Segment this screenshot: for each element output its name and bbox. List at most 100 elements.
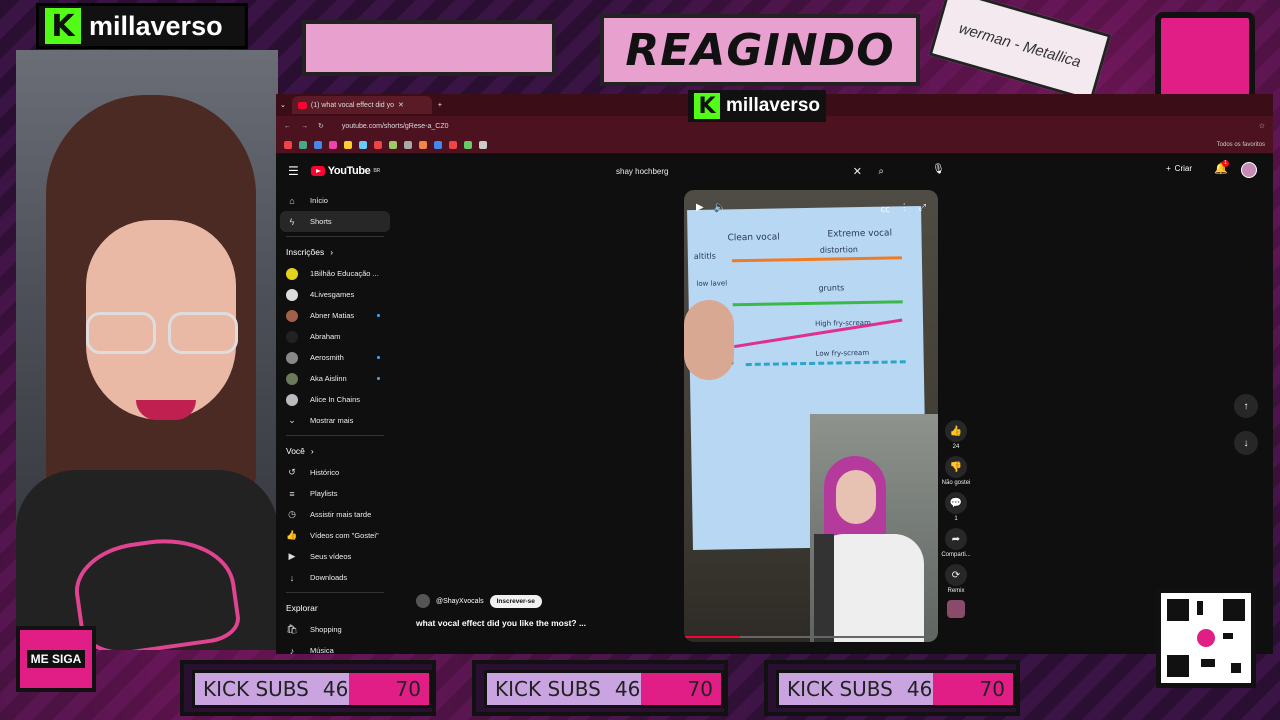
qr-module: [1201, 659, 1215, 667]
bookmark-icon[interactable]: [299, 140, 307, 149]
goal-current: 46: [614, 677, 641, 701]
next-short-button[interactable]: ↓: [1234, 431, 1258, 455]
menu-icon[interactable]: ☰: [288, 164, 299, 178]
sidebar-item-your-videos[interactable]: ▶ Seus vídeos: [280, 546, 390, 567]
overlay-pink-square: [1155, 12, 1255, 104]
sidebar-item-music[interactable]: ♪ Música: [280, 640, 390, 655]
all-bookmarks[interactable]: Todos os favoritos: [1217, 142, 1265, 148]
channel-avatar[interactable]: [416, 594, 430, 608]
sidebar-item-subscription[interactable]: 4Livesgames: [280, 284, 390, 305]
sidebar-item-liked[interactable]: 👍 Vídeos com "Gostei": [280, 525, 390, 546]
sidebar-item-downloads[interactable]: ↓ Downloads: [280, 567, 390, 588]
short-video-player[interactable]: Clean vocal Extreme vocal altitls distor…: [684, 190, 938, 642]
youtube-logo-country: BR: [373, 168, 380, 174]
search-input[interactable]: shay hochberg ✕ ⌕: [608, 162, 888, 180]
avatar[interactable]: [1241, 162, 1257, 178]
fullscreen-icon[interactable]: ⤢: [919, 202, 926, 215]
search-icon[interactable]: ⌕: [878, 166, 884, 177]
channel-name[interactable]: @ShayXvocals: [436, 598, 484, 605]
sidebar-item-shopping[interactable]: 🛍 Shopping: [280, 619, 390, 640]
bookmark-icon[interactable]: [464, 140, 472, 149]
subscriptions-header[interactable]: Inscrições ›: [280, 241, 390, 263]
microphone-icon[interactable]: 🎙: [932, 164, 945, 175]
bookmark-icon[interactable]: [329, 140, 337, 149]
sidebar-item-label: Seus vídeos: [310, 552, 352, 561]
new-tab-icon[interactable]: +: [438, 102, 442, 109]
hand: [684, 300, 734, 380]
chevron-right-icon: ›: [310, 446, 314, 456]
forward-icon[interactable]: →: [301, 123, 308, 130]
share-button[interactable]: ➦: [945, 528, 967, 550]
sidebar-item-subscription[interactable]: Abraham: [280, 326, 390, 347]
sidebar-item-subscription[interactable]: Alice In Chains: [280, 389, 390, 410]
tab-close-icon[interactable]: ✕: [398, 101, 404, 109]
captions-icon[interactable]: ㏄: [881, 202, 890, 215]
bookmark-icon[interactable]: [344, 140, 352, 149]
bookmark-icon[interactable]: [359, 140, 367, 149]
sidebar-item-playlists[interactable]: ≡ Playlists: [280, 483, 390, 504]
shorts-icon: ϟ: [289, 216, 295, 227]
sound-thumbnail[interactable]: [947, 600, 965, 618]
reload-icon[interactable]: ↻: [318, 122, 324, 130]
you-header[interactable]: Você ›: [280, 440, 390, 462]
bookmark-icon[interactable]: [449, 140, 457, 149]
channel-avatar: [286, 393, 298, 406]
url-text: youtube.com/shorts/gRese-a_CZ0: [341, 122, 449, 130]
sidebar-item-shorts[interactable]: ϟ Shorts: [280, 211, 390, 232]
follow-badge: ME SIGA: [16, 626, 96, 692]
divider: [286, 236, 384, 237]
star-icon[interactable]: ☆: [1259, 122, 1265, 130]
bookmark-icon[interactable]: [479, 140, 487, 149]
explore-header: Explorar: [280, 597, 390, 619]
youtube-header: ☰ YouTube BR shay hochberg ✕ ⌕ 🎙 + Criar…: [276, 158, 1273, 184]
more-icon[interactable]: ⋮: [900, 202, 909, 215]
remix-button[interactable]: ⟳: [945, 564, 967, 586]
sidebar-item-home[interactable]: ⌂ Início: [280, 190, 390, 211]
bookmark-icon[interactable]: [389, 140, 397, 149]
play-icon[interactable]: ▶: [696, 202, 704, 213]
create-button[interactable]: + Criar: [1166, 164, 1192, 173]
goal-track: KICK SUBS 46 70: [484, 670, 724, 708]
short-title[interactable]: what vocal effect did you like the most?…: [416, 618, 586, 628]
bookmark-icon[interactable]: [419, 140, 427, 149]
previous-short-button[interactable]: ↑: [1234, 394, 1258, 418]
watch-later-icon: ◷: [288, 509, 296, 519]
bookmark-icon[interactable]: [404, 140, 412, 149]
playlists-icon: ≡: [289, 488, 295, 499]
paper-text: distortion: [819, 245, 858, 255]
goal-track: KICK SUBS 46 70: [192, 670, 432, 708]
bookmark-icon[interactable]: [374, 140, 382, 149]
tab-youtube[interactable]: (1) what vocal effect did yo ✕: [291, 96, 432, 114]
dislike-button[interactable]: 👎: [945, 456, 967, 478]
qr-code: [1156, 588, 1256, 688]
sidebar-item-subscription[interactable]: Aerosmith: [280, 347, 390, 368]
tab-menu-icon[interactable]: ⌄: [280, 101, 286, 109]
sidebar-item-history[interactable]: ↺ Histórico: [280, 462, 390, 483]
video-progress-bar[interactable]: [684, 636, 938, 638]
goal-target: 70: [979, 677, 1005, 701]
goal-label: KICK SUBS: [787, 677, 893, 701]
qr-finder: [1223, 599, 1245, 621]
sidebar-item-label: Playlists: [310, 489, 338, 498]
follow-label: ME SIGA: [26, 650, 86, 668]
qr-module: [1197, 601, 1203, 615]
bookmark-icon[interactable]: [434, 140, 442, 149]
sidebar-item-subscription[interactable]: Abner Matias: [280, 305, 390, 326]
sidebar-item-subscription[interactable]: Aka Aislinn: [280, 368, 390, 389]
volume-icon[interactable]: 🔈: [714, 202, 726, 213]
show-more-button[interactable]: ⌄ Mostrar mais: [280, 410, 390, 431]
bookmark-icon[interactable]: [284, 140, 292, 149]
title-banner: REAGINDO: [600, 14, 920, 86]
bookmark-icon[interactable]: [314, 140, 322, 149]
comments-button[interactable]: 💬: [945, 492, 967, 514]
youtube-logo-text: YouTube: [327, 165, 371, 177]
back-icon[interactable]: ←: [284, 123, 291, 130]
clear-search-icon[interactable]: ✕: [853, 165, 862, 178]
like-button[interactable]: 👍: [945, 420, 967, 442]
goal-label: KICK SUBS: [203, 677, 309, 701]
sidebar-item-subscription[interactable]: 1Bilhão Educação ...: [280, 263, 390, 284]
sidebar-item-watch-later[interactable]: ◷ Assistir mais tarde: [280, 504, 390, 525]
youtube-logo[interactable]: YouTube BR: [310, 165, 380, 177]
subscribe-button[interactable]: Inscrever-se: [489, 594, 542, 608]
shopping-icon: 🛍: [286, 624, 298, 634]
